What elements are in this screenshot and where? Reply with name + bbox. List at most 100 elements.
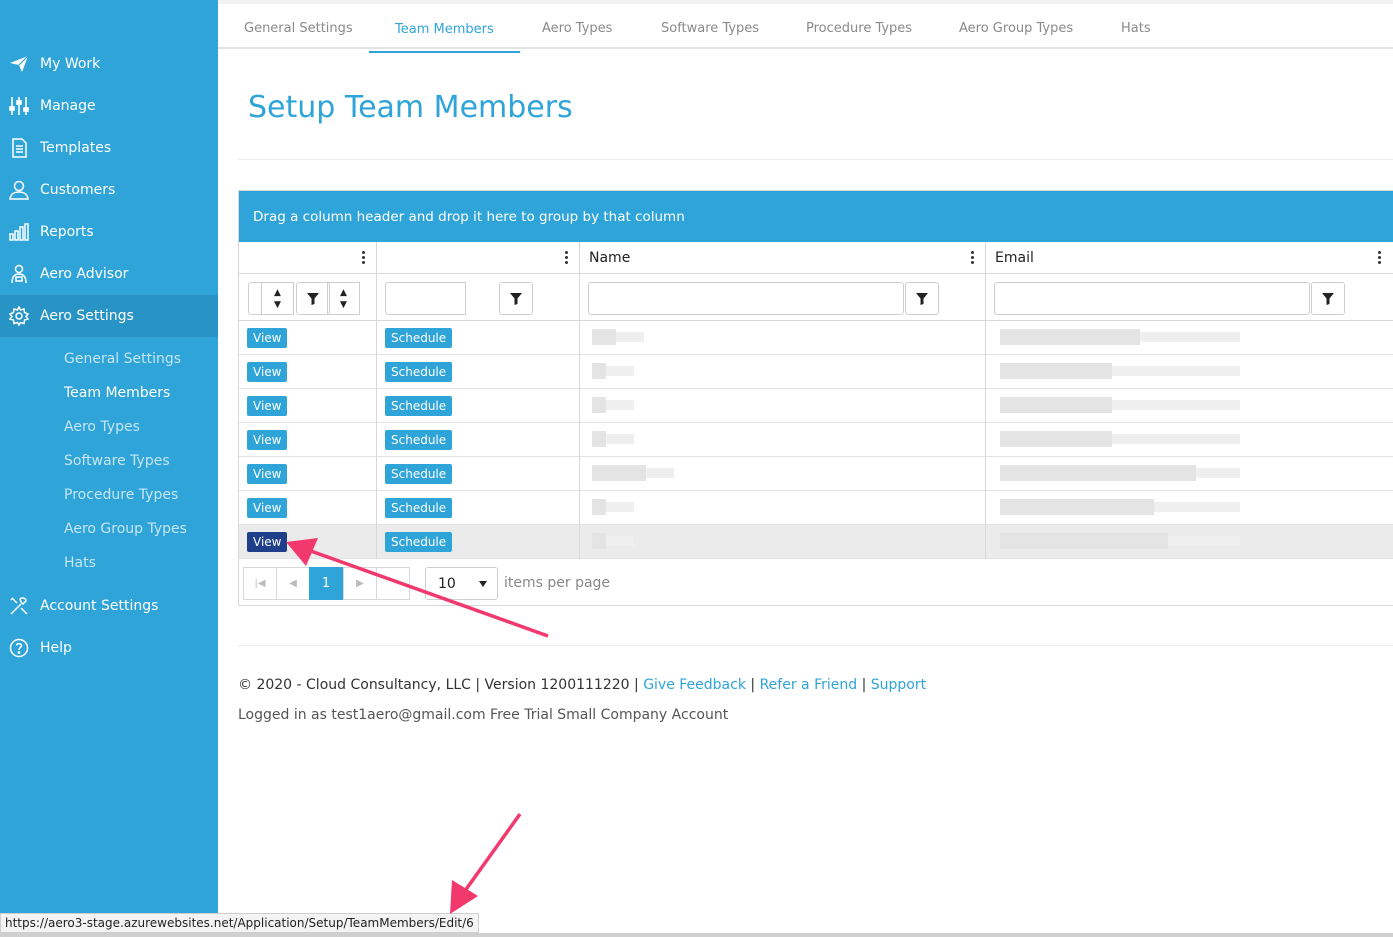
nav-aero-settings[interactable]: Aero Settings — [0, 295, 218, 337]
subnav-general-settings[interactable]: General Settings — [64, 351, 181, 367]
view-button[interactable]: View — [247, 464, 288, 484]
view-button[interactable]: View — [247, 396, 288, 416]
email-cell — [986, 321, 1392, 355]
gear-icon — [9, 306, 29, 326]
filter-button[interactable] — [499, 282, 533, 315]
tab-procedure-types[interactable]: Procedure Types — [780, 8, 938, 49]
subnav-team-members[interactable]: Team Members — [64, 385, 170, 401]
filter-cell — [986, 274, 1392, 321]
settings-tabs: General Settings Team Members Aero Types… — [218, 0, 1393, 53]
numeric-spinner[interactable]: ▲ ▼ — [261, 282, 294, 315]
filter-funnel-icon — [510, 292, 522, 305]
tab-software-types[interactable]: Software Types — [635, 8, 785, 49]
view-button[interactable]: View — [247, 328, 288, 348]
filter-numeric-input[interactable] — [248, 282, 262, 315]
table-row[interactable]: View Schedule — [239, 389, 1393, 423]
nav-customers[interactable]: Customers — [0, 169, 218, 211]
prev-page-button[interactable]: ◀ — [276, 567, 310, 600]
group-drop-zone[interactable]: Drag a column header and drop it here to… — [239, 191, 1393, 242]
column-menu-icon[interactable] — [362, 250, 366, 266]
give-feedback-link[interactable]: Give Feedback — [643, 677, 746, 693]
subnav-aero-types[interactable]: Aero Types — [64, 419, 140, 435]
schedule-button[interactable]: Schedule — [385, 532, 453, 552]
view-button[interactable]: View — [247, 362, 288, 382]
subnav-hats[interactable]: Hats — [64, 555, 96, 571]
view-cell: View — [239, 491, 377, 525]
next-page-button[interactable]: ▶ — [343, 567, 377, 600]
spin-up-icon[interactable]: ▲ — [274, 287, 281, 299]
redacted-name — [606, 434, 634, 444]
logged-in-text: Logged in as test1aero@gmail.com Free Tr… — [238, 707, 729, 723]
column-menu-icon[interactable] — [1378, 250, 1382, 266]
filter-button[interactable] — [905, 282, 939, 315]
user-icon — [9, 180, 29, 200]
page-size-select[interactable]: 10 — [425, 567, 498, 600]
schedule-button[interactable]: Schedule — [385, 362, 453, 382]
view-cell: View — [239, 525, 377, 559]
redacted-email — [1112, 366, 1240, 376]
tab-aero-types[interactable]: Aero Types — [516, 8, 638, 49]
nav-my-work[interactable]: My Work — [0, 43, 218, 85]
schedule-button[interactable]: Schedule — [385, 396, 453, 416]
spin-up-icon[interactable]: ▲ — [340, 287, 347, 299]
column-header-email[interactable]: Email — [986, 242, 1392, 274]
table-row[interactable]: View Schedule — [239, 525, 1393, 559]
items-per-page-label: items per page — [504, 575, 611, 591]
table-row[interactable]: View Schedule — [239, 321, 1393, 355]
redacted-name — [592, 397, 606, 413]
column-menu-icon[interactable] — [565, 250, 569, 266]
advisor-icon — [9, 264, 29, 284]
tab-general-settings[interactable]: General Settings — [218, 8, 379, 49]
column-header-name[interactable]: Name — [580, 242, 986, 274]
schedule-button[interactable]: Schedule — [385, 430, 453, 450]
nav-aero-advisor[interactable]: Aero Advisor — [0, 253, 218, 295]
view-button[interactable]: View — [247, 532, 288, 552]
email-filter-input[interactable] — [994, 282, 1310, 315]
name-cell — [580, 457, 986, 491]
view-button[interactable]: View — [247, 498, 288, 518]
subnav-software-types[interactable]: Software Types — [64, 453, 170, 469]
table-row[interactable]: View Schedule — [239, 491, 1393, 525]
nav-templates[interactable]: Templates — [0, 127, 218, 169]
table-row[interactable]: View Schedule — [239, 423, 1393, 457]
column-header-view[interactable] — [239, 242, 377, 274]
spin-down-icon[interactable]: ▼ — [274, 299, 281, 311]
redacted-email — [1000, 363, 1112, 379]
nav-manage[interactable]: Manage — [0, 85, 218, 127]
name-filter-input[interactable] — [588, 282, 904, 315]
numeric-spinner[interactable]: ▲ ▼ — [327, 282, 360, 315]
schedule-button[interactable]: Schedule — [385, 328, 453, 348]
table-row[interactable]: View Schedule — [239, 355, 1393, 389]
tab-team-members[interactable]: Team Members — [369, 8, 520, 53]
redacted-email — [1000, 499, 1154, 515]
view-button[interactable]: View — [247, 430, 288, 450]
redacted-email — [1000, 465, 1196, 481]
tab-hats[interactable]: Hats — [1095, 8, 1177, 49]
nav-help[interactable]: Help — [0, 627, 218, 669]
filter-button[interactable] — [296, 282, 330, 315]
redacted-email — [1112, 400, 1240, 410]
last-page-button[interactable] — [376, 567, 410, 600]
support-link[interactable]: Support — [871, 677, 926, 693]
spin-down-icon[interactable]: ▼ — [340, 299, 347, 311]
page-number-button[interactable]: 1 — [309, 567, 343, 600]
column-header-schedule[interactable] — [377, 242, 580, 274]
filter-button[interactable] — [1311, 282, 1345, 315]
filter-numeric-input[interactable] — [385, 282, 466, 315]
refer-friend-link[interactable]: Refer a Friend — [760, 677, 858, 693]
document-icon — [9, 138, 29, 158]
email-cell — [986, 389, 1392, 423]
divider — [238, 645, 1393, 646]
redacted-name — [606, 502, 634, 512]
subnav-aero-group-types[interactable]: Aero Group Types — [64, 521, 187, 537]
column-menu-icon[interactable] — [971, 250, 975, 266]
redacted-name — [606, 536, 634, 546]
first-page-button[interactable]: |◀ — [243, 567, 277, 600]
subnav-procedure-types[interactable]: Procedure Types — [64, 487, 178, 503]
table-row[interactable]: View Schedule — [239, 457, 1393, 491]
schedule-button[interactable]: Schedule — [385, 498, 453, 518]
schedule-button[interactable]: Schedule — [385, 464, 453, 484]
tab-aero-group-types[interactable]: Aero Group Types — [933, 8, 1099, 49]
nav-reports[interactable]: Reports — [0, 211, 218, 253]
nav-account-settings[interactable]: Account Settings — [0, 585, 218, 627]
